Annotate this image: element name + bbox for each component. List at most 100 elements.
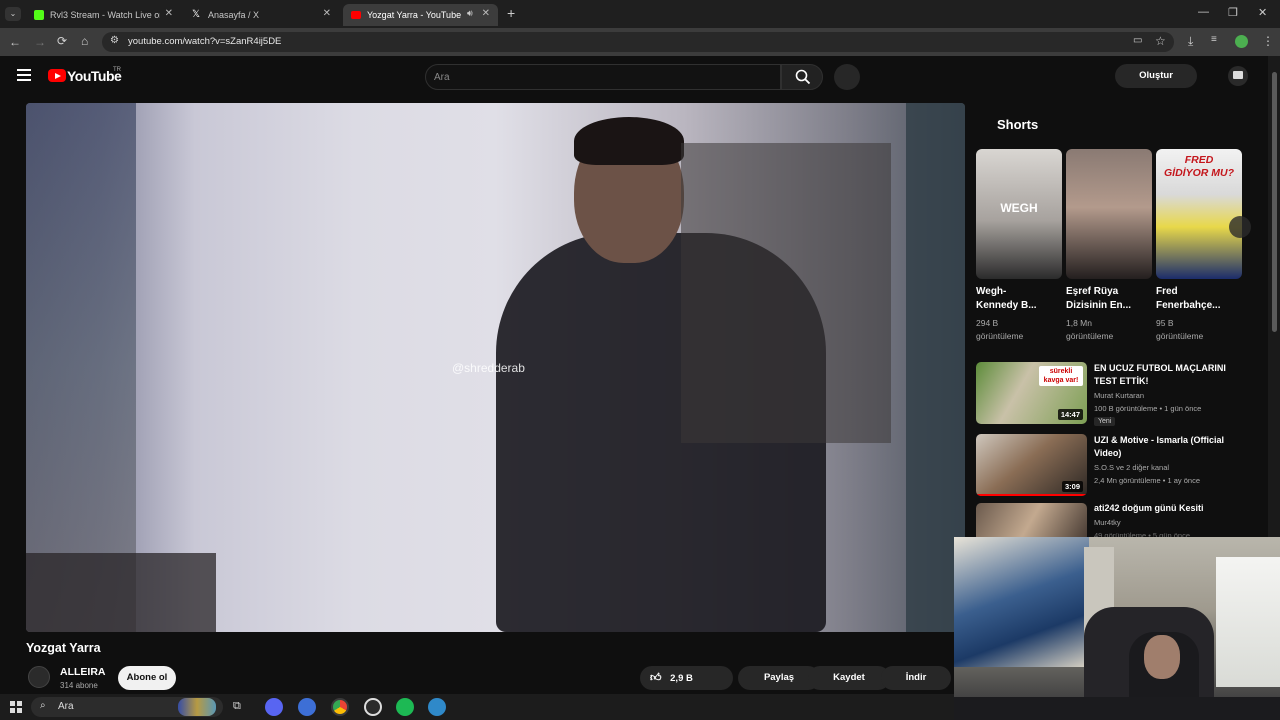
discord-icon[interactable] xyxy=(265,698,283,716)
tab-search-dropdown[interactable]: ⌄ xyxy=(5,7,21,21)
search-input[interactable] xyxy=(434,70,764,84)
search-button[interactable] xyxy=(781,64,823,90)
tab-x[interactable]: 𝕏 Anasayfa / X ✕ xyxy=(184,4,339,26)
close-icon[interactable]: ✕ xyxy=(323,8,331,19)
tab-title: Rvl3 Stream - Watch Live on Ki xyxy=(50,10,160,20)
thumbnail-caption: sürekli kavga var! xyxy=(1039,366,1083,386)
video-meta: 2,4 Mn görüntüleme • 1 ay önce xyxy=(1094,476,1201,485)
video-title[interactable]: EN UCUZ FUTBOL MAÇLARINI xyxy=(1094,362,1229,375)
scrollbar-thumb[interactable] xyxy=(1272,72,1277,332)
video-title[interactable]: Video) xyxy=(1094,447,1229,460)
hamburger-menu-icon[interactable] xyxy=(17,69,31,81)
video-frame-bottom-left xyxy=(26,553,216,632)
video-thumbnail[interactable] xyxy=(976,503,1087,537)
video-thumbnail[interactable]: sürekli kavga var! 14:47 xyxy=(976,362,1087,424)
channel-avatar[interactable] xyxy=(28,666,50,688)
like-button[interactable]: 👍︎ 2,9 B xyxy=(640,666,733,690)
back-icon[interactable]: ← xyxy=(9,35,21,49)
short-views: 1,8 Mn xyxy=(1066,318,1092,328)
youtube-logo-icon[interactable] xyxy=(48,69,66,82)
tab-youtube[interactable]: Yozgat Yarra - YouTube 🔊︎ ✕ xyxy=(343,4,498,26)
video-duration: 14:47 xyxy=(1057,409,1083,420)
tab-title: Yozgat Yarra - YouTube xyxy=(367,10,462,20)
short-title[interactable]: Wegh- xyxy=(976,285,1062,299)
minimize-button[interactable]: — xyxy=(1198,6,1209,18)
site-settings-icon[interactable]: ⚙ xyxy=(110,35,119,46)
url-text: youtube.com/watch?v=sZanR4ij5DE xyxy=(128,36,282,47)
close-window-button[interactable]: ✕ xyxy=(1258,6,1267,19)
save-button[interactable]: Kaydet xyxy=(808,666,890,690)
short-thumbnail[interactable] xyxy=(1066,149,1152,279)
video-channel[interactable]: S.O.S ve 2 diğer kanal xyxy=(1094,463,1169,472)
video-watermark: @shredderab xyxy=(452,361,525,375)
x-icon: 𝕏 xyxy=(192,9,201,20)
taskbar-search-label: Ara xyxy=(58,701,74,712)
download-icon[interactable]: ⤓ xyxy=(1188,34,1193,49)
shorts-next-arrow[interactable] xyxy=(1229,216,1251,238)
close-icon[interactable]: ✕ xyxy=(482,8,490,19)
short-title[interactable]: Fred xyxy=(1156,285,1242,299)
video-title[interactable]: TEST ETTİK! xyxy=(1094,375,1229,388)
shorts-heading: Shorts xyxy=(997,117,1039,132)
profile-avatar[interactable] xyxy=(1235,35,1248,48)
maximize-button[interactable]: ❐ xyxy=(1228,6,1238,19)
kick-icon xyxy=(34,10,44,20)
video-thumbnail[interactable]: 3:09 xyxy=(976,434,1087,496)
download-button[interactable]: İndir xyxy=(881,666,951,690)
video-channel[interactable]: Mur4tky xyxy=(1094,518,1121,527)
chrome-icon[interactable] xyxy=(331,698,349,716)
short-title[interactable]: Eşref Rüya xyxy=(1066,285,1152,299)
app-icon[interactable] xyxy=(298,698,316,716)
tab-kick[interactable]: Rvl3 Stream - Watch Live on Ki ✕ xyxy=(26,4,181,26)
new-badge: Yeni xyxy=(1094,417,1116,426)
short-views: görüntüleme xyxy=(1156,331,1204,341)
video-channel[interactable]: Murat Kurtaran xyxy=(1094,391,1144,400)
short-title[interactable]: Fenerbahçe... xyxy=(1156,299,1242,313)
spotify-icon[interactable] xyxy=(396,698,414,716)
close-icon[interactable]: ✕ xyxy=(165,8,173,19)
create-button[interactable]: Oluştur xyxy=(1115,64,1197,88)
country-code: TR xyxy=(113,67,121,73)
subscriber-count: 314 abone xyxy=(60,681,98,690)
webcam-desk xyxy=(954,697,1280,720)
reload-icon[interactable]: ⟳ xyxy=(57,34,67,48)
like-count: 2,9 B xyxy=(670,673,693,684)
channel-name[interactable]: ALLEIRA xyxy=(60,666,106,678)
short-views: görüntüleme xyxy=(976,331,1024,341)
short-thumbnail[interactable]: FRED GİDİYOR MU? xyxy=(1156,149,1242,279)
task-view-icon[interactable]: ⧉ xyxy=(233,700,241,713)
video-title[interactable]: UZI & Motive - Ismarla (Official xyxy=(1094,434,1229,447)
new-tab-button[interactable]: + xyxy=(507,5,515,21)
video-frame-right-shelf xyxy=(681,143,891,443)
video-title[interactable]: ati242 doğum günü Kesiti xyxy=(1094,502,1229,515)
video-frame-hair xyxy=(574,117,684,165)
short-views: 95 B xyxy=(1156,318,1174,328)
webcam-wave-poster xyxy=(954,537,1089,667)
forward-icon[interactable]: → xyxy=(34,35,46,49)
voice-search-button[interactable] xyxy=(834,64,860,90)
app-icon[interactable] xyxy=(428,698,446,716)
short-views: 294 B xyxy=(976,318,999,328)
menu-icon[interactable]: ⋮ xyxy=(1262,34,1274,48)
short-title[interactable]: Kennedy B... xyxy=(976,299,1062,313)
video-title: Yozgat Yarra xyxy=(26,641,101,655)
account-icon xyxy=(1233,71,1243,79)
home-icon[interactable]: ⌂ xyxy=(81,34,88,48)
speaker-icon[interactable]: 🔊︎ xyxy=(467,8,473,19)
watch-progress-bar xyxy=(976,494,1087,496)
webcam-window xyxy=(1216,557,1280,687)
short-thumbnail[interactable]: WEGH xyxy=(976,149,1062,279)
windows-start-icon[interactable] xyxy=(10,701,22,713)
youtube-icon xyxy=(351,11,361,19)
webcam-overlay xyxy=(954,537,1280,720)
short-title[interactable]: Dizisinin En... xyxy=(1066,299,1152,313)
account-avatar[interactable] xyxy=(1228,66,1248,86)
short-overlay-text: WEGH xyxy=(1000,201,1038,215)
video-meta: 100 B görüntüleme • 1 gün önce xyxy=(1094,404,1202,413)
short-overlay-text: FRED GİDİYOR MU? xyxy=(1164,154,1234,179)
bookmark-star-icon[interactable]: ☆ xyxy=(1155,34,1166,48)
obs-icon[interactable] xyxy=(364,698,382,716)
media-controls-icon[interactable]: ≡ xyxy=(1211,34,1217,45)
subscribe-button[interactable]: Abone ol xyxy=(118,666,176,690)
cast-icon[interactable]: ▭ xyxy=(1133,35,1142,46)
